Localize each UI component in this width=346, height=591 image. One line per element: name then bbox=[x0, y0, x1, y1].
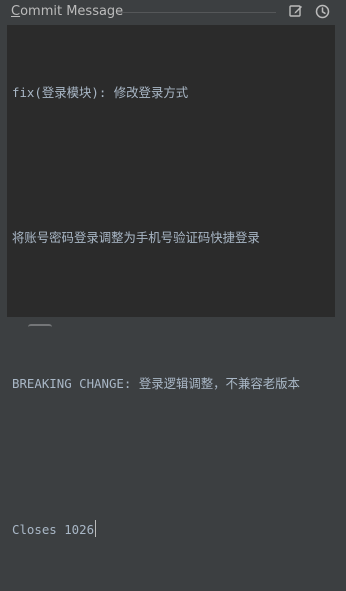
panel-header: Commit Message bbox=[0, 0, 346, 24]
partial-toolbar-element bbox=[28, 324, 52, 332]
message-line-summary: fix(登录模块): 修改登录方式 bbox=[12, 84, 189, 100]
header-separator bbox=[118, 12, 276, 13]
message-line-blank bbox=[12, 153, 330, 177]
message-history-button[interactable] bbox=[313, 2, 331, 20]
edit-message-button[interactable] bbox=[287, 2, 305, 20]
message-line-footer: Closes 1026 bbox=[12, 518, 330, 542]
text-caret bbox=[95, 519, 97, 537]
panel-title: Commit Message bbox=[11, 4, 123, 19]
panel-title-mnemonic: C bbox=[11, 4, 21, 19]
message-line-body: 将账号密码登录调整为手机号验证码快捷登录 bbox=[12, 230, 260, 246]
commit-message-text[interactable]: fix(登录模块): 修改登录方式 将账号密码登录调整为手机号验证码快捷登录 B… bbox=[12, 32, 330, 591]
commit-message-editor[interactable]: fix(登录模块): 修改登录方式 将账号密码登录调整为手机号验证码快捷登录 B… bbox=[7, 25, 335, 537]
message-history-icon bbox=[315, 4, 329, 18]
message-line-blank bbox=[12, 445, 330, 469]
message-line-breaking-change: BREAKING CHANGE: 登录逻辑调整，不兼容老版本 bbox=[12, 376, 300, 392]
panel-title-rest: ommit Message bbox=[20, 4, 124, 19]
edit-message-icon bbox=[289, 5, 302, 17]
message-line-footer-text: Closes 1026 bbox=[12, 521, 95, 537]
bottom-panel-edge bbox=[0, 322, 346, 330]
commit-message-panel: Commit Message fix(登录模块): 修改登录方式 将账号密码登录… bbox=[0, 0, 346, 537]
